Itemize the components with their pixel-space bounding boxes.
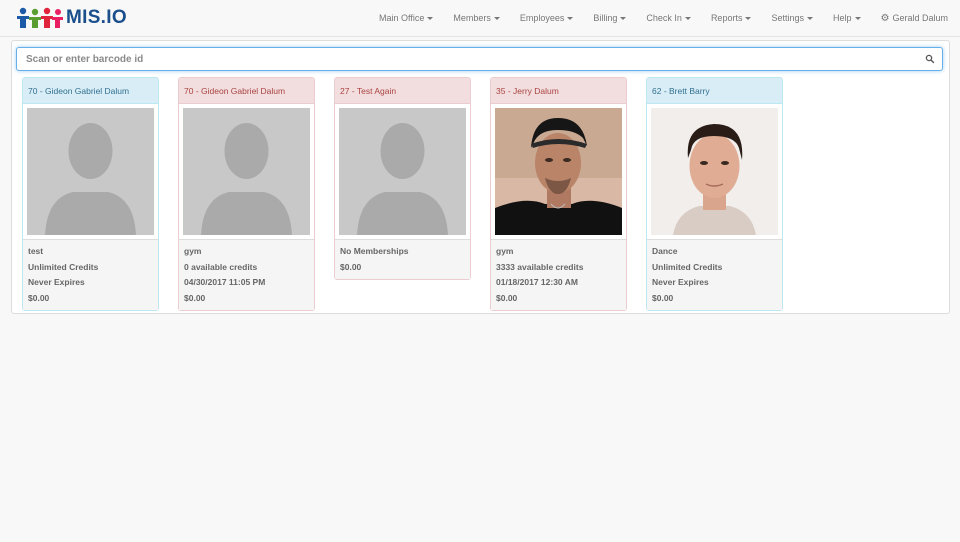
caret-down-icon (684, 16, 691, 20)
nav-reports[interactable]: Reports (711, 13, 752, 23)
member-photo-frame (23, 104, 158, 240)
member-card-title[interactable]: 70 - Gideon Gabriel Dalum (179, 78, 314, 104)
caret-down-icon (427, 16, 434, 20)
member-card-details: Dance Unlimited Credits Never Expires $0… (647, 240, 782, 310)
caret-down-icon (567, 16, 574, 20)
member-card[interactable]: 35 - Jerry Dalum gym 3333 available cred… (490, 77, 627, 311)
brand-link[interactable]: MIS.IO (16, 6, 127, 30)
member-card-details: test Unlimited Credits Never Expires $0.… (23, 240, 158, 310)
credits: 0 available credits (184, 261, 258, 272)
member-photo-man-portrait (651, 108, 778, 235)
caret-down-icon (806, 16, 813, 20)
main-nav: Main Office Members Employees Billing Ch… (359, 0, 948, 36)
member-card-details: No Memberships $0.00 (335, 240, 470, 279)
member-photo-frame (647, 104, 782, 240)
check-in-panel: 70 - Gideon Gabriel Dalum test Unlimited… (11, 40, 950, 314)
nav-label: Billing (593, 13, 618, 23)
nav-check-in[interactable]: Check In (646, 13, 691, 23)
membership-name: gym (184, 246, 202, 256)
membership-name: No Memberships (340, 246, 409, 256)
member-card[interactable]: 70 - Gideon Gabriel Dalum test Unlimited… (22, 77, 159, 311)
balance: $0.00 (652, 292, 674, 303)
nav-label: Check In (646, 13, 682, 23)
nav-label: Main Office (378, 13, 425, 23)
gear-icon: ⚙ (880, 12, 890, 24)
nav-help[interactable]: Help (833, 13, 861, 23)
search-icon[interactable] (924, 53, 936, 65)
member-card-details: gym 3333 available credits 01/18/2017 12… (491, 240, 626, 310)
nav-label: Help (832, 13, 852, 23)
nav-settings[interactable]: Settings (771, 13, 813, 23)
member-card-title[interactable]: 35 - Jerry Dalum (491, 78, 626, 104)
nav-label: Members (453, 13, 491, 23)
member-card-title[interactable]: 70 - Gideon Gabriel Dalum (23, 78, 158, 104)
avatar-placeholder-icon (27, 108, 154, 235)
member-card-title[interactable]: 27 - Test Again (335, 78, 470, 104)
barcode-search (16, 47, 943, 71)
nav-label: Employees (519, 13, 565, 23)
balance: $0.00 (184, 292, 206, 303)
caret-down-icon (493, 16, 500, 20)
member-photo-frame (491, 104, 626, 240)
barcode-search-input[interactable] (17, 48, 897, 70)
expiration: 04/30/2017 11:05 PM (184, 277, 266, 287)
nav-label: Settings (771, 13, 804, 23)
caret-down-icon (620, 16, 627, 20)
caret-down-icon (745, 16, 752, 20)
nav-user-menu[interactable]: ⚙ Gerald Dalum (881, 13, 949, 24)
nav-label: Reports (710, 13, 743, 23)
member-card-title[interactable]: 62 - Brett Barry (647, 78, 782, 104)
member-card-details: gym 0 available credits 04/30/2017 11:05… (179, 240, 314, 310)
member-photo-frame (335, 104, 470, 240)
expiration: 01/18/2017 12:30 AM (496, 277, 578, 287)
balance: $0.00 (340, 261, 362, 272)
credits: 3333 available credits (496, 261, 584, 272)
member-photo-man-backwards-cap (495, 108, 622, 235)
member-card[interactable]: 27 - Test Again No Memberships $0.00 (334, 77, 471, 280)
nav-billing[interactable]: Billing (593, 13, 627, 23)
nav-main-office[interactable]: Main Office (378, 13, 434, 23)
expiration: Never Expires (652, 277, 709, 287)
member-card[interactable]: 70 - Gideon Gabriel Dalum gym 0 availabl… (178, 77, 315, 311)
member-card[interactable]: 62 - Brett Barry Dance Unlimited Credits… (646, 77, 783, 311)
avatar-placeholder-icon (183, 108, 310, 235)
credits: Unlimited Credits (652, 261, 723, 272)
nav-members[interactable]: Members (453, 13, 500, 23)
balance: $0.00 (28, 292, 50, 303)
user-name: Gerald Dalum (892, 13, 948, 23)
membership-name: gym (496, 246, 514, 256)
brand-name: MIS.IO (66, 7, 127, 28)
puzzle-people-logo-icon (17, 7, 63, 28)
avatar-placeholder-icon (339, 108, 466, 235)
membership-name: test (28, 246, 44, 256)
credits: Unlimited Credits (28, 261, 99, 272)
member-photo-frame (179, 104, 314, 240)
top-navbar: MIS.IO Main Office Members Employees Bil… (0, 0, 960, 37)
expiration: Never Expires (28, 277, 85, 287)
membership-name: Dance (652, 246, 678, 256)
balance: $0.00 (496, 292, 518, 303)
nav-employees[interactable]: Employees (520, 13, 574, 23)
caret-down-icon (854, 16, 861, 20)
